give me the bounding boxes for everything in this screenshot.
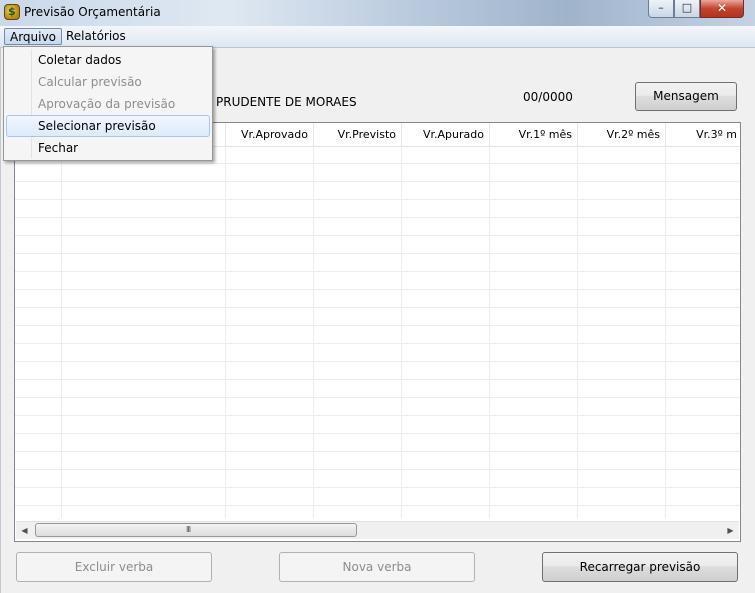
scroll-thumb[interactable]: III <box>35 523 357 537</box>
window-title: Previsão Orçamentária <box>24 5 161 19</box>
horizontal-scrollbar[interactable]: ◀ III ▶ <box>16 521 739 539</box>
column-header-vr-3-mes[interactable]: Vr.3º m <box>666 123 740 146</box>
menu-relatorios[interactable]: Relatórios <box>61 28 131 45</box>
column-header-vr-apurado[interactable]: Vr.Apurado <box>402 123 490 146</box>
menu-bar: Arquivo Relatórios <box>0 26 755 48</box>
grid-rows <box>15 146 740 518</box>
grip-icon: III <box>186 525 191 534</box>
menu-arquivo[interactable]: Arquivo <box>4 28 62 45</box>
close-button[interactable]: ✕ <box>700 0 744 18</box>
arquivo-dropdown-menu: Coletar dados Calcular previsão Aprovaçã… <box>3 46 213 161</box>
grid-column-divider <box>665 146 666 518</box>
menu-item-coletar-dados[interactable]: Coletar dados <box>6 49 210 71</box>
money-bag-icon <box>4 4 20 20</box>
recarregar-previsao-button[interactable]: Recarregar previsão <box>542 552 738 582</box>
maximize-icon: □ <box>681 1 693 14</box>
application-window: Previsão Orçamentária – □ ✕ Arquivo Rela… <box>0 0 755 593</box>
column-header-vr-1-mes[interactable]: Vr.1º mês <box>490 123 578 146</box>
mensagem-button[interactable]: Mensagem <box>635 82 737 111</box>
grid-column-divider <box>313 146 314 518</box>
column-header-vr-2-mes[interactable]: Vr.2º mês <box>578 123 666 146</box>
menu-item-aprovacao-previsao[interactable]: Aprovação da previsão <box>6 93 210 115</box>
menu-item-selecionar-previsao[interactable]: Selecionar previsão <box>6 115 210 137</box>
entity-name-label: PRUDENTE DE MORAES <box>216 95 357 109</box>
excluir-verba-button[interactable]: Excluir verba <box>16 552 212 582</box>
grid-column-divider <box>577 146 578 518</box>
minimize-icon: – <box>658 1 664 14</box>
grid-column-divider <box>401 146 402 518</box>
minimize-button[interactable]: – <box>648 0 674 18</box>
grid-column-divider <box>225 146 226 518</box>
scroll-right-icon[interactable]: ▶ <box>722 522 739 539</box>
nova-verba-button[interactable]: Nova verba <box>279 552 475 582</box>
column-header-vr-aprovado[interactable]: Vr.Aprovado <box>226 123 314 146</box>
scroll-left-icon[interactable]: ◀ <box>16 522 33 539</box>
menu-item-fechar[interactable]: Fechar <box>6 137 210 159</box>
column-header-vr-previsto[interactable]: Vr.Previsto <box>314 123 402 146</box>
maximize-button[interactable]: □ <box>674 0 700 18</box>
menu-item-calcular-previsao[interactable]: Calcular previsão <box>6 71 210 93</box>
grid-column-divider <box>489 146 490 518</box>
budget-grid[interactable]: Vr.Aprovado Vr.Previsto Vr.Apurado Vr.1º… <box>14 122 741 542</box>
grid-column-divider <box>61 146 62 518</box>
period-code-label: 00/0000 <box>523 90 573 104</box>
title-bar[interactable]: Previsão Orçamentária – □ ✕ <box>0 0 755 26</box>
close-icon: ✕ <box>716 1 728 15</box>
